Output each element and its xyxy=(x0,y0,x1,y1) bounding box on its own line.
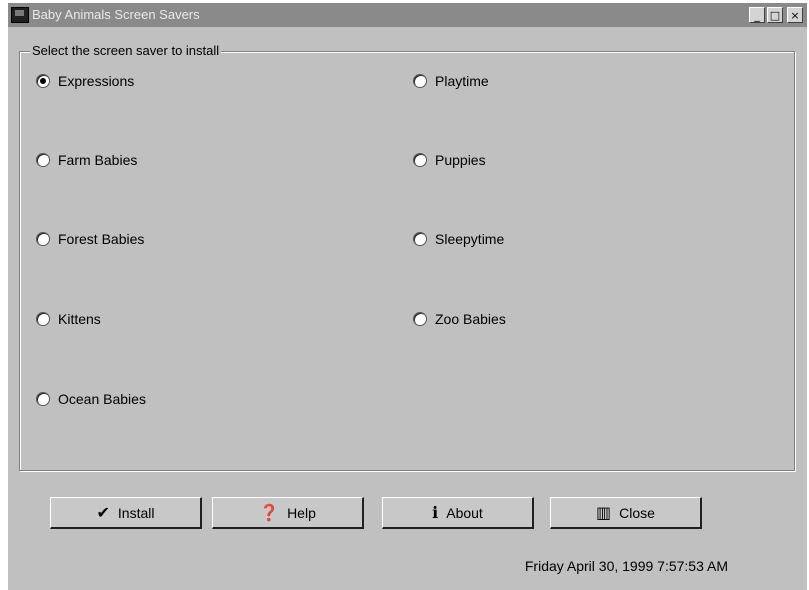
radio-expressions[interactable]: Expressions xyxy=(36,73,134,89)
radio-playtime[interactable]: Playtime xyxy=(413,73,489,89)
groupbox-legend: Select the screen saver to install xyxy=(30,43,222,58)
radio-label: Puppies xyxy=(435,152,486,168)
radio-ocean-babies[interactable]: Ocean Babies xyxy=(36,391,146,407)
radio-label: Sleepytime xyxy=(435,231,505,247)
help-button-label: Help xyxy=(287,504,316,521)
checkmark-icon: ✔ xyxy=(96,503,110,522)
radio-label: Forest Babies xyxy=(58,231,145,247)
install-button-label: Install xyxy=(117,504,155,521)
minimize-button[interactable]: _ xyxy=(749,7,765,23)
maximize-button[interactable]: □ xyxy=(767,7,783,23)
radio-button-icon[interactable] xyxy=(36,392,50,406)
radio-button-icon[interactable] xyxy=(36,312,50,326)
info-icon: ℹ xyxy=(432,503,439,522)
radio-kittens[interactable]: Kittens xyxy=(36,311,101,327)
radio-button-icon[interactable] xyxy=(413,312,427,326)
app-icon[interactable] xyxy=(11,7,29,23)
radio-button-icon[interactable] xyxy=(413,153,427,167)
radio-button-icon[interactable] xyxy=(36,74,50,88)
radio-sleepytime[interactable]: Sleepytime xyxy=(413,231,504,247)
install-button[interactable]: ✔ Install xyxy=(50,497,202,529)
close-button[interactable]: ▥ Close xyxy=(550,497,702,529)
window-title: Baby Animals Screen Savers xyxy=(32,7,200,22)
radio-forest-babies[interactable]: Forest Babies xyxy=(36,231,144,247)
question-icon: ❓ xyxy=(259,503,280,522)
radio-button-icon[interactable] xyxy=(413,232,427,246)
radio-button-icon[interactable] xyxy=(36,153,50,167)
radio-farm-babies[interactable]: Farm Babies xyxy=(36,152,137,168)
radio-puppies[interactable]: Puppies xyxy=(413,152,486,168)
close-window-button[interactable]: × xyxy=(787,7,803,23)
radio-label: Farm Babies xyxy=(58,152,138,168)
radio-zoo-babies[interactable]: Zoo Babies xyxy=(413,311,506,327)
about-button-label: About xyxy=(446,504,483,521)
screensaver-groupbox xyxy=(19,51,795,471)
radio-label: Playtime xyxy=(435,73,489,89)
radio-label: Zoo Babies xyxy=(435,311,506,327)
close-button-label: Close xyxy=(619,504,655,521)
radio-label: Kittens xyxy=(58,311,101,327)
app-window: Baby Animals Screen Savers _ □ × Select … xyxy=(8,3,807,590)
door-icon: ▥ xyxy=(596,503,612,522)
radio-button-icon[interactable] xyxy=(36,232,50,246)
radio-label: Ocean Babies xyxy=(58,391,146,407)
radio-button-icon[interactable] xyxy=(413,74,427,88)
radio-label: Expressions xyxy=(58,73,135,89)
status-datetime: Friday April 30, 1999 7:57:53 AM xyxy=(524,558,728,574)
about-button[interactable]: ℹ About xyxy=(382,497,534,529)
title-bar[interactable]: Baby Animals Screen Savers _ □ × xyxy=(8,3,807,27)
help-button[interactable]: ❓ Help xyxy=(212,497,364,529)
